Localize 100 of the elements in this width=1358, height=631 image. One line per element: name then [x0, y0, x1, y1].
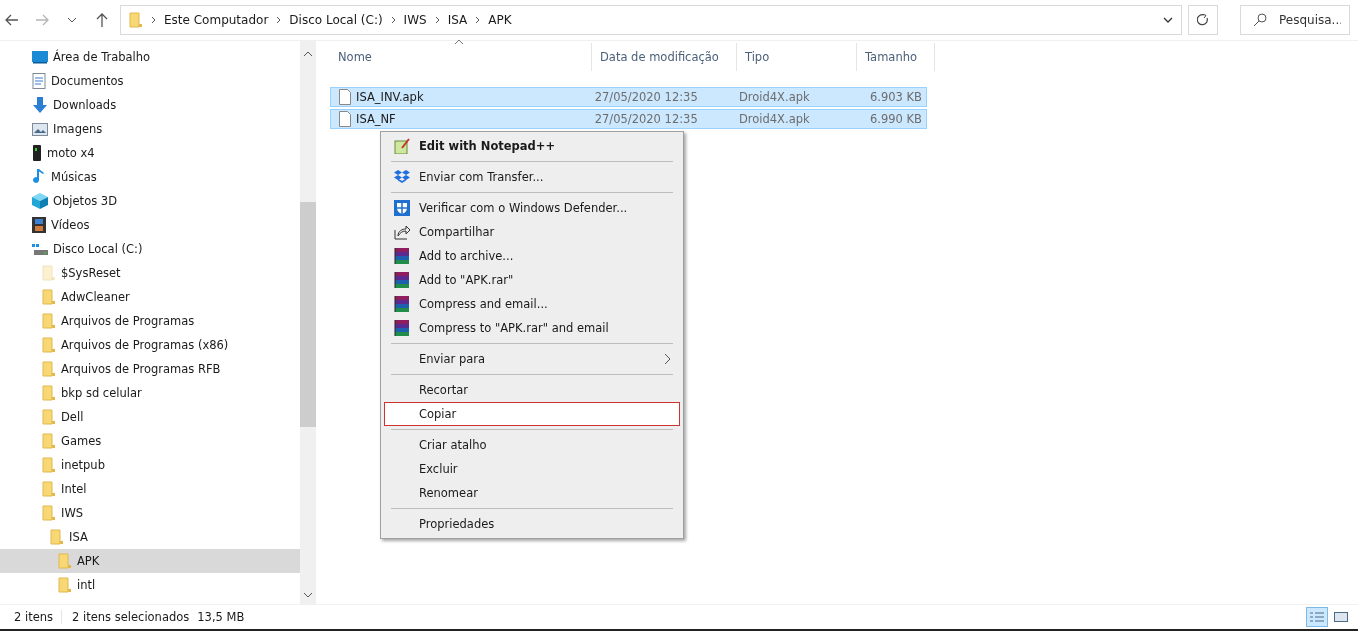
folder-icon: [42, 289, 56, 305]
folder-icon: [129, 12, 143, 28]
sidebar-item[interactable]: Objetos 3D: [0, 189, 300, 213]
details-list-icon: [1310, 611, 1324, 623]
folder-icon: [42, 457, 56, 473]
breadcrumb[interactable]: APK: [488, 13, 512, 27]
download-arrow-icon: [32, 97, 48, 113]
folder-icon: [50, 529, 64, 545]
chevron-icon: [475, 16, 481, 24]
folder-icon: [42, 433, 56, 449]
sidebar-item[interactable]: $SysReset: [0, 261, 300, 285]
sidebar-item[interactable]: Arquivos de Programas RFB: [0, 357, 300, 381]
menu-item[interactable]: Recortar: [384, 378, 680, 402]
sidebar-item[interactable]: Documentos: [0, 69, 300, 93]
scroll-up-icon: [303, 51, 313, 57]
phone-icon: [32, 145, 42, 161]
sidebar-item[interactable]: moto x4: [0, 141, 300, 165]
folder-icon: [42, 337, 56, 353]
menu-item[interactable]: Excluir: [384, 457, 680, 481]
column-header[interactable]: Tipo: [737, 43, 857, 71]
folder-icon: [42, 481, 56, 497]
folder-icon: [42, 409, 56, 425]
sidebar-item[interactable]: inetpub: [0, 453, 300, 477]
books-stack-icon: [394, 320, 410, 336]
file-icon: [339, 89, 351, 105]
breadcrumb[interactable]: IWS: [403, 13, 427, 27]
menu-item[interactable]: Renomear: [384, 481, 680, 505]
sidebar-item[interactable]: Área de Trabalho: [0, 45, 300, 69]
sidebar-item[interactable]: bkp sd celular: [0, 381, 300, 405]
chevron-icon: [390, 16, 396, 24]
breadcrumb[interactable]: Disco Local (C:): [289, 13, 383, 27]
notepad-icon: [394, 138, 410, 154]
menu-item[interactable]: Verificar com o Windows Defender...: [384, 196, 680, 220]
sidebar-item[interactable]: Games: [0, 429, 300, 453]
file-row[interactable]: ISA_INV.apk 27/05/2020 12:35 Droid4X.apk 6.903 KB: [330, 87, 927, 107]
sidebar-item[interactable]: Downloads: [0, 93, 300, 117]
refresh-button[interactable]: [1188, 5, 1218, 35]
arrow-up-icon: [96, 13, 108, 27]
menu-item[interactable]: Enviar com Transfer...: [384, 165, 680, 189]
menu-item[interactable]: Enviar para: [384, 347, 680, 371]
menu-item[interactable]: Criar atalho: [384, 433, 680, 457]
folder-icon: [42, 505, 56, 521]
menu-item[interactable]: Add to "APK.rar": [384, 268, 680, 292]
folder-icon: [42, 385, 56, 401]
search-field[interactable]: Pesquisa...: [1240, 5, 1350, 35]
sidebar-item[interactable]: Músicas: [0, 165, 300, 189]
folder-icon: [42, 265, 56, 281]
monitor-icon: [32, 50, 48, 64]
file-type: Droid4X.apk: [738, 90, 810, 104]
chevron-icon: [276, 16, 282, 24]
menu-item[interactable]: Edit with Notepad++: [384, 134, 680, 158]
modified-date: 27/05/2020 12:35: [594, 90, 698, 104]
music-note-icon: [32, 169, 46, 185]
column-header[interactable]: Tamanho: [857, 43, 935, 71]
chevron-icon: [434, 16, 440, 24]
sidebar-item[interactable]: Arquivos de Programas (x86): [0, 333, 300, 357]
folder-icon: [42, 313, 56, 329]
file-row[interactable]: ISA_NF 27/05/2020 12:35 Droid4X.apk 6.990 KB: [330, 109, 927, 129]
sidebar-item[interactable]: Disco Local (C:): [0, 237, 300, 261]
column-header[interactable]: Nome: [330, 43, 592, 71]
column-header[interactable]: Data de modificação: [592, 43, 737, 71]
selection-size: 13,5 MB: [197, 610, 246, 624]
cube-icon: [32, 193, 48, 209]
chevron-icon: [151, 16, 156, 24]
item-count: 2 itens: [14, 610, 63, 624]
sidebar-item[interactable]: Arquivos de Programas: [0, 309, 300, 333]
sidebar-item[interactable]: Dell: [0, 405, 300, 429]
drive-icon: [32, 242, 48, 256]
books-stack-icon: [394, 272, 410, 288]
file-name: ISA_INV.apk: [356, 90, 424, 104]
dropbox-icon: [394, 169, 410, 185]
sidebar-item[interactable]: ISA: [0, 525, 300, 549]
menu-item[interactable]: Copiar: [384, 402, 680, 426]
modified-date: 27/05/2020 12:35: [594, 112, 698, 126]
file-size: 6.990 KB: [870, 112, 922, 126]
address-bar[interactable]: Este Computador Disco Local (C:) IWS ISA APK: [120, 5, 1182, 35]
menu-item[interactable]: Compartilhar: [384, 220, 680, 244]
sidebar-item[interactable]: AdwCleaner: [0, 285, 300, 309]
menu-item[interactable]: Add to archive...: [384, 244, 680, 268]
sidebar-item[interactable]: intl: [0, 573, 300, 597]
sidebar-item[interactable]: Intel: [0, 477, 300, 501]
film-icon: [32, 217, 46, 233]
chevron-right-icon: [664, 353, 671, 365]
sidebar-item[interactable]: APK: [0, 549, 300, 573]
sidebar-item[interactable]: Vídeos: [0, 213, 300, 237]
menu-item[interactable]: Compress and email...: [384, 292, 680, 316]
folder-icon: [58, 577, 72, 593]
file-size: 6.903 KB: [870, 90, 922, 104]
menu-item[interactable]: Compress to "APK.rar" and email: [384, 316, 680, 340]
arrow-left-icon: [5, 14, 19, 26]
breadcrumb[interactable]: Este Computador: [164, 13, 269, 27]
sidebar-item[interactable]: IWS: [0, 501, 300, 525]
search-icon: [1253, 13, 1267, 27]
scrollbar[interactable]: [300, 41, 316, 604]
search-input[interactable]: Pesquisa...: [1277, 12, 1343, 28]
breadcrumb[interactable]: ISA: [447, 13, 468, 27]
sidebar-item[interactable]: Imagens: [0, 117, 300, 141]
shield-icon: [394, 200, 410, 216]
file-icon: [339, 111, 351, 127]
menu-item[interactable]: Propriedades: [384, 512, 680, 536]
